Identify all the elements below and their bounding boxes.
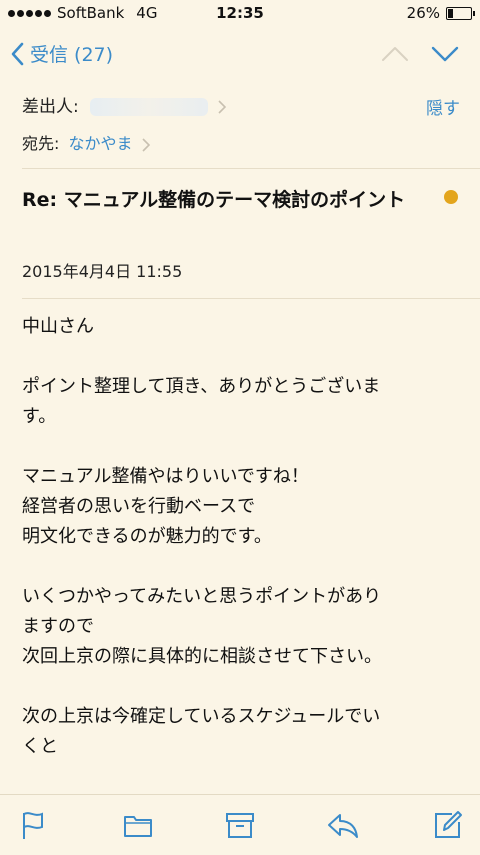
body-paragraph: 中山さん bbox=[22, 312, 462, 342]
body-paragraph: 次の上京は今確定しているスケジュールでい くと bbox=[22, 702, 462, 762]
message-date: 2015年4月4日 11:55 bbox=[22, 262, 183, 281]
body-line: 中山さん bbox=[22, 316, 94, 337]
body-line: くと bbox=[22, 736, 58, 757]
chevron-up-icon bbox=[382, 47, 408, 61]
hide-details-link[interactable]: 隠す bbox=[426, 94, 460, 119]
header-divider bbox=[22, 168, 480, 169]
body-line: いくつかやってみたいと思うポイントがあり bbox=[22, 586, 382, 607]
archive-button[interactable] bbox=[224, 809, 256, 841]
folder-icon bbox=[124, 816, 152, 837]
body-line: 明文化できるのが魅力的です。 bbox=[22, 526, 272, 547]
archive-icon bbox=[226, 813, 254, 838]
body-line: ますので bbox=[22, 616, 94, 637]
body-line: す。 bbox=[22, 406, 57, 427]
sender-name-redacted[interactable] bbox=[90, 98, 209, 116]
message-body: 中山さんポイント整理して頂き、ありがとうございま す。マニュアル整備やはりいいです… bbox=[22, 312, 462, 792]
body-line: 次の上京は今確定しているスケジュールでい bbox=[22, 706, 381, 727]
status-bar: SoftBank 4G 12:35 26% bbox=[0, 0, 480, 26]
bottom-toolbar bbox=[0, 794, 480, 855]
status-right: 26% bbox=[406, 4, 475, 22]
move-to-folder-button[interactable] bbox=[122, 809, 154, 841]
chevron-down-icon bbox=[431, 46, 459, 62]
body-line: 経営者の思いを行動ベースで bbox=[22, 496, 256, 517]
chevron-right-icon bbox=[142, 137, 150, 152]
compose-button[interactable] bbox=[432, 809, 464, 841]
reply-icon bbox=[328, 814, 358, 838]
subject-divider bbox=[22, 298, 480, 299]
reply-button[interactable] bbox=[326, 809, 358, 841]
to-label: 宛先: bbox=[22, 134, 60, 153]
body-line: ポイント整理して頂き、ありがとうございま bbox=[22, 376, 381, 397]
message-subject: Re: マニュアル整備のテーマ検討のポイント bbox=[22, 189, 406, 211]
sender-row: 差出人: 隠す bbox=[22, 92, 460, 122]
next-message-button[interactable] bbox=[430, 42, 460, 70]
from-label: 差出人: bbox=[22, 97, 79, 117]
body-line: マニュアル整備やはりいいですね！ bbox=[22, 466, 309, 487]
recipient-name[interactable]: なかやま bbox=[69, 134, 133, 153]
compose-icon bbox=[435, 811, 462, 838]
previous-message-button[interactable] bbox=[380, 42, 410, 70]
flag-button[interactable] bbox=[18, 809, 50, 841]
body-line: 次回上京の際に具体的に相談させて下さい。 bbox=[22, 646, 382, 667]
chevron-right-icon bbox=[217, 100, 226, 114]
chevron-left-icon bbox=[11, 42, 24, 65]
back-label: 受信 (27) bbox=[30, 44, 114, 66]
flag-icon bbox=[23, 812, 43, 839]
nav-bar: 受信 (27) bbox=[0, 30, 480, 80]
recipient-row: 宛先: なかやま bbox=[22, 130, 460, 158]
body-paragraph: マニュアル整備やはりいいですね！ 経営者の思いを行動ベースで 明文化できるのが魅力的… bbox=[22, 462, 462, 552]
battery-percent: 26% bbox=[406, 4, 440, 22]
back-button[interactable]: 受信 (27) bbox=[10, 40, 113, 67]
body-paragraph: いくつかやってみたいと思うポイントがあり ますので次回上京の際に具体的に相談させて… bbox=[22, 582, 462, 672]
battery-fill bbox=[448, 8, 454, 18]
body-paragraph: ポイント整理して頂き、ありがとうございま す。 bbox=[22, 372, 462, 432]
battery-icon bbox=[446, 6, 475, 20]
unread-indicator-icon bbox=[444, 190, 458, 204]
